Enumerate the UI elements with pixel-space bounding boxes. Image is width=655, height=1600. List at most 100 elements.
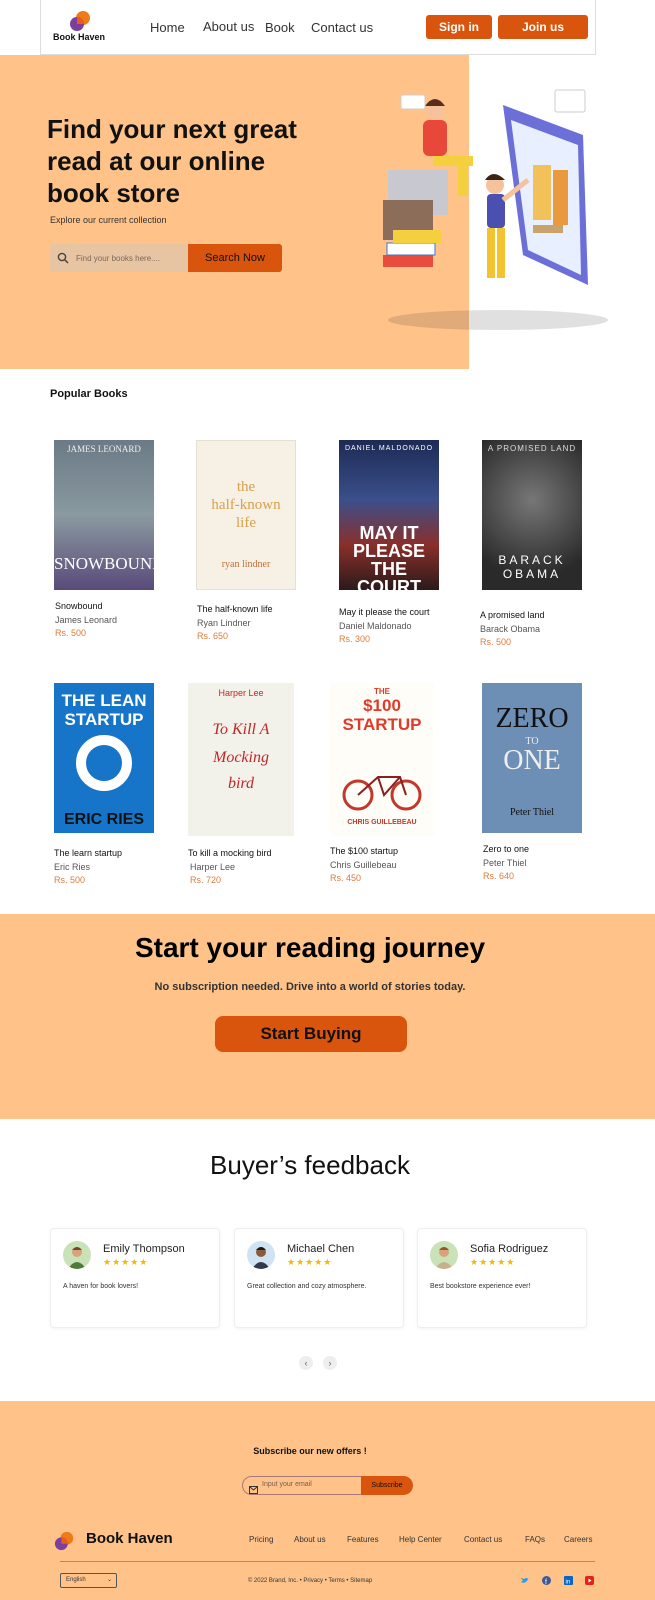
hero-title: Find your next great read at our online … bbox=[47, 114, 297, 208]
feedback-card: Sofia Rodriguez ★★★★★ Best bookstore exp… bbox=[417, 1228, 587, 1328]
join-us-button[interactable]: Join us bbox=[498, 15, 588, 39]
footer-brand-name[interactable]: Book Haven bbox=[86, 1530, 173, 1547]
book-cover-zero-to-one[interactable]: ZERO TO ONE Peter Thiel bbox=[482, 683, 582, 833]
cover-text: bird bbox=[227, 775, 255, 792]
avatar bbox=[247, 1241, 275, 1269]
cover-text: THE bbox=[374, 687, 390, 696]
navbar: Book Haven Home About us Book Contact us… bbox=[40, 0, 596, 55]
cover-text: ONE bbox=[503, 745, 561, 776]
book-cover-snowbound[interactable]: JAMES LEONARD SNOWBOUND bbox=[54, 440, 154, 590]
footer-link-about[interactable]: About us bbox=[294, 1535, 326, 1544]
review-text: Best bookstore experience ever! bbox=[430, 1283, 531, 1290]
linkedin-icon[interactable]: in bbox=[564, 1576, 573, 1586]
youtube-icon[interactable] bbox=[585, 1576, 594, 1585]
cover-text: STARTUP bbox=[342, 715, 422, 734]
facebook-icon[interactable]: f bbox=[542, 1576, 551, 1586]
avatar bbox=[430, 1241, 458, 1269]
book-cover-to-kill-a-mockingbird[interactable]: Harper Lee To Kill A Mocking bird bbox=[188, 683, 294, 836]
book-title[interactable]: Snowbound bbox=[55, 601, 103, 611]
footer-link-pricing[interactable]: Pricing bbox=[249, 1535, 273, 1544]
footer-link-help-center[interactable]: Help Center bbox=[399, 1535, 442, 1544]
brand-logo-icon[interactable] bbox=[69, 10, 93, 32]
review-text: Great collection and cozy atmosphere. bbox=[247, 1283, 367, 1290]
cover-text: the bbox=[236, 479, 256, 495]
book-author: Harper Lee bbox=[190, 862, 236, 872]
cover-text: ryan lindner bbox=[221, 559, 271, 570]
footer bbox=[0, 1401, 655, 1600]
cover-text: CHRIS GUILLEBEAU bbox=[347, 819, 417, 826]
nav-book-link[interactable]: Book bbox=[265, 20, 295, 35]
book-cover-may-it-please-the-court[interactable]: DANIEL MALDONADO MAY IT PLEASE THE COURT bbox=[339, 440, 439, 596]
book-cover-a-promised-land[interactable]: A PROMISED LAND BARACK OBAMA bbox=[482, 440, 582, 590]
carousel-next-button[interactable]: › bbox=[323, 1356, 337, 1370]
feedback-title: Buyer’s feedback bbox=[210, 1150, 410, 1180]
carousel-prev-button[interactable]: ‹ bbox=[299, 1356, 313, 1370]
cover-text: half-known bbox=[211, 497, 281, 513]
cover-text: STARTUP bbox=[64, 710, 144, 729]
bicycle-icon bbox=[342, 776, 422, 811]
cover-text: SNOWBOUND bbox=[54, 554, 154, 573]
start-buying-button[interactable]: Start Buying bbox=[215, 1016, 407, 1052]
book-author: Daniel Maldonado bbox=[339, 621, 412, 631]
twitter-icon[interactable] bbox=[520, 1576, 529, 1585]
book-author: Barack Obama bbox=[480, 624, 541, 634]
cta-title: Start your reading journey bbox=[134, 932, 486, 963]
book-cover-half-known-life[interactable]: the half-known life ryan lindner bbox=[196, 440, 296, 590]
cover-circle bbox=[76, 735, 132, 791]
cover-text: Mocking bbox=[213, 749, 269, 766]
book-title[interactable]: A promised land bbox=[480, 610, 545, 620]
brand-logo-icon[interactable] bbox=[54, 1530, 76, 1557]
email-placeholder: Input your email bbox=[262, 1481, 312, 1488]
footer-link-careers[interactable]: Careers bbox=[564, 1535, 592, 1544]
book-price: Rs. 500 bbox=[54, 875, 86, 885]
book-cover-lean-startup[interactable]: THE LEAN STARTUP ERIC RIES bbox=[54, 683, 154, 833]
cover-text: $100 bbox=[363, 696, 401, 715]
rating-stars: ★★★★★ bbox=[287, 1257, 333, 1267]
nav-home-link[interactable]: Home bbox=[150, 20, 185, 35]
review-text: A haven for book lovers! bbox=[63, 1283, 139, 1290]
cover-text: THE COURT bbox=[357, 559, 421, 597]
nav-contact-link[interactable]: Contact us bbox=[311, 20, 373, 35]
book-author: Chris Guillebeau bbox=[330, 860, 397, 870]
cover-text: Peter Thiel bbox=[510, 807, 554, 818]
cover-text: THE LEAN bbox=[61, 691, 147, 710]
reviewer-name: Michael Chen bbox=[287, 1243, 355, 1255]
book-title[interactable]: The learn startup bbox=[54, 848, 122, 858]
book-price: Rs. 640 bbox=[483, 871, 515, 881]
book-price: Rs. 450 bbox=[330, 873, 362, 883]
avatar bbox=[63, 1241, 91, 1269]
rating-stars: ★★★★★ bbox=[103, 1257, 149, 1267]
cover-text: life bbox=[236, 515, 256, 531]
subscribe-button[interactable]: Subscribe bbox=[361, 1476, 413, 1495]
book-author: James Leonard bbox=[55, 615, 118, 625]
book-price: Rs. 720 bbox=[190, 875, 222, 885]
hero-subtitle: Explore our current collection bbox=[50, 215, 167, 225]
cover-text: PLEASE bbox=[352, 541, 426, 561]
book-price: Rs. 500 bbox=[480, 637, 512, 647]
book-author: Ryan Lindner bbox=[197, 618, 251, 628]
cover-text: Harper Lee bbox=[218, 688, 264, 698]
search-now-button[interactable]: Search Now bbox=[188, 244, 282, 272]
footer-link-features[interactable]: Features bbox=[347, 1535, 379, 1544]
cta-subtitle: No subscription needed. Drive into a wor… bbox=[154, 981, 466, 993]
book-title[interactable]: Zero to one bbox=[483, 844, 529, 854]
feedback-card: Michael Chen ★★★★★ Great collection and … bbox=[234, 1228, 404, 1328]
footer-link-contact[interactable]: Contact us bbox=[464, 1535, 502, 1544]
book-title[interactable]: May it please the court bbox=[339, 607, 430, 617]
cover-text: To Kill A bbox=[212, 721, 270, 738]
search-placeholder: Find your books here.... bbox=[76, 254, 161, 263]
cover-text: A PROMISED LAND bbox=[487, 444, 577, 453]
brand-name[interactable]: Book Haven bbox=[53, 32, 105, 42]
book-title[interactable]: The half-known life bbox=[197, 604, 273, 614]
book-title[interactable]: The $100 startup bbox=[330, 846, 398, 856]
cover-text: OBAMA bbox=[502, 567, 562, 581]
cover-text: BARACK bbox=[498, 553, 566, 567]
sign-in-button[interactable]: Sign in bbox=[426, 15, 492, 39]
footer-link-faqs[interactable]: FAQs bbox=[525, 1535, 545, 1544]
book-cover-100-startup[interactable]: THE $100 STARTUP CHRIS GUILLEBEAU bbox=[330, 683, 434, 836]
nav-about-link[interactable]: About us bbox=[203, 19, 254, 34]
book-title[interactable]: To kill a mocking bird bbox=[188, 848, 272, 858]
book-author: Peter Thiel bbox=[483, 858, 527, 868]
cover-text: MAY IT bbox=[359, 523, 419, 543]
popular-books-title: Popular Books bbox=[50, 388, 128, 400]
